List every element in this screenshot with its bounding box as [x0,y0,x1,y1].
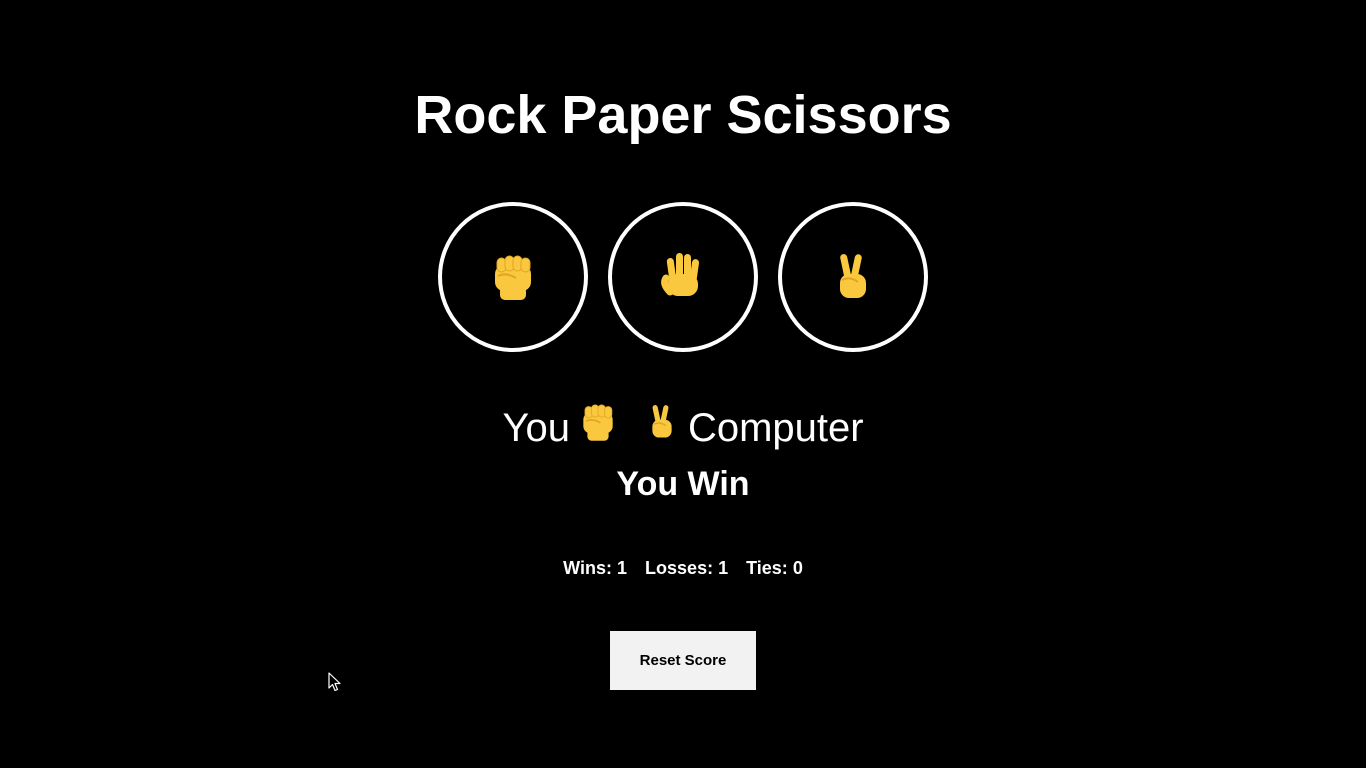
losses-label: Losses: [645,558,714,578]
fist-icon [495,255,531,300]
mouse-pointer-icon [328,672,341,692]
wins-label: Wins: [563,558,613,578]
rock-button[interactable] [438,202,588,352]
computer-label: Computer [687,406,864,450]
losses-value: 1 [718,558,729,578]
fist-icon [576,400,620,457]
move-buttons [438,202,928,352]
wins-score: Wins: 1 [563,556,627,580]
ties-value: 0 [792,558,803,578]
victory-hand-icon [642,402,682,455]
paper-button[interactable] [608,202,758,352]
scissors-button[interactable] [778,202,928,352]
you-label: You [502,406,570,450]
picks-row: You Computer [0,402,1366,454]
reset-score-button[interactable]: Reset Score [610,631,756,690]
raised-hand-icon [661,253,700,296]
victory-hand-icon [840,254,866,298]
game-page: Rock Paper Scissors You Computer You Win… [0,0,1366,768]
page-title: Rock Paper Scissors [414,85,952,145]
result-text: You Win [616,465,750,503]
score-board: Wins: 1 Losses: 1 Ties: 0 [0,556,1366,580]
ties-label: Ties: [746,558,788,578]
losses-score: Losses: 1 [645,556,728,580]
ties-score: Ties: 0 [746,556,803,580]
wins-value: 1 [617,558,628,578]
